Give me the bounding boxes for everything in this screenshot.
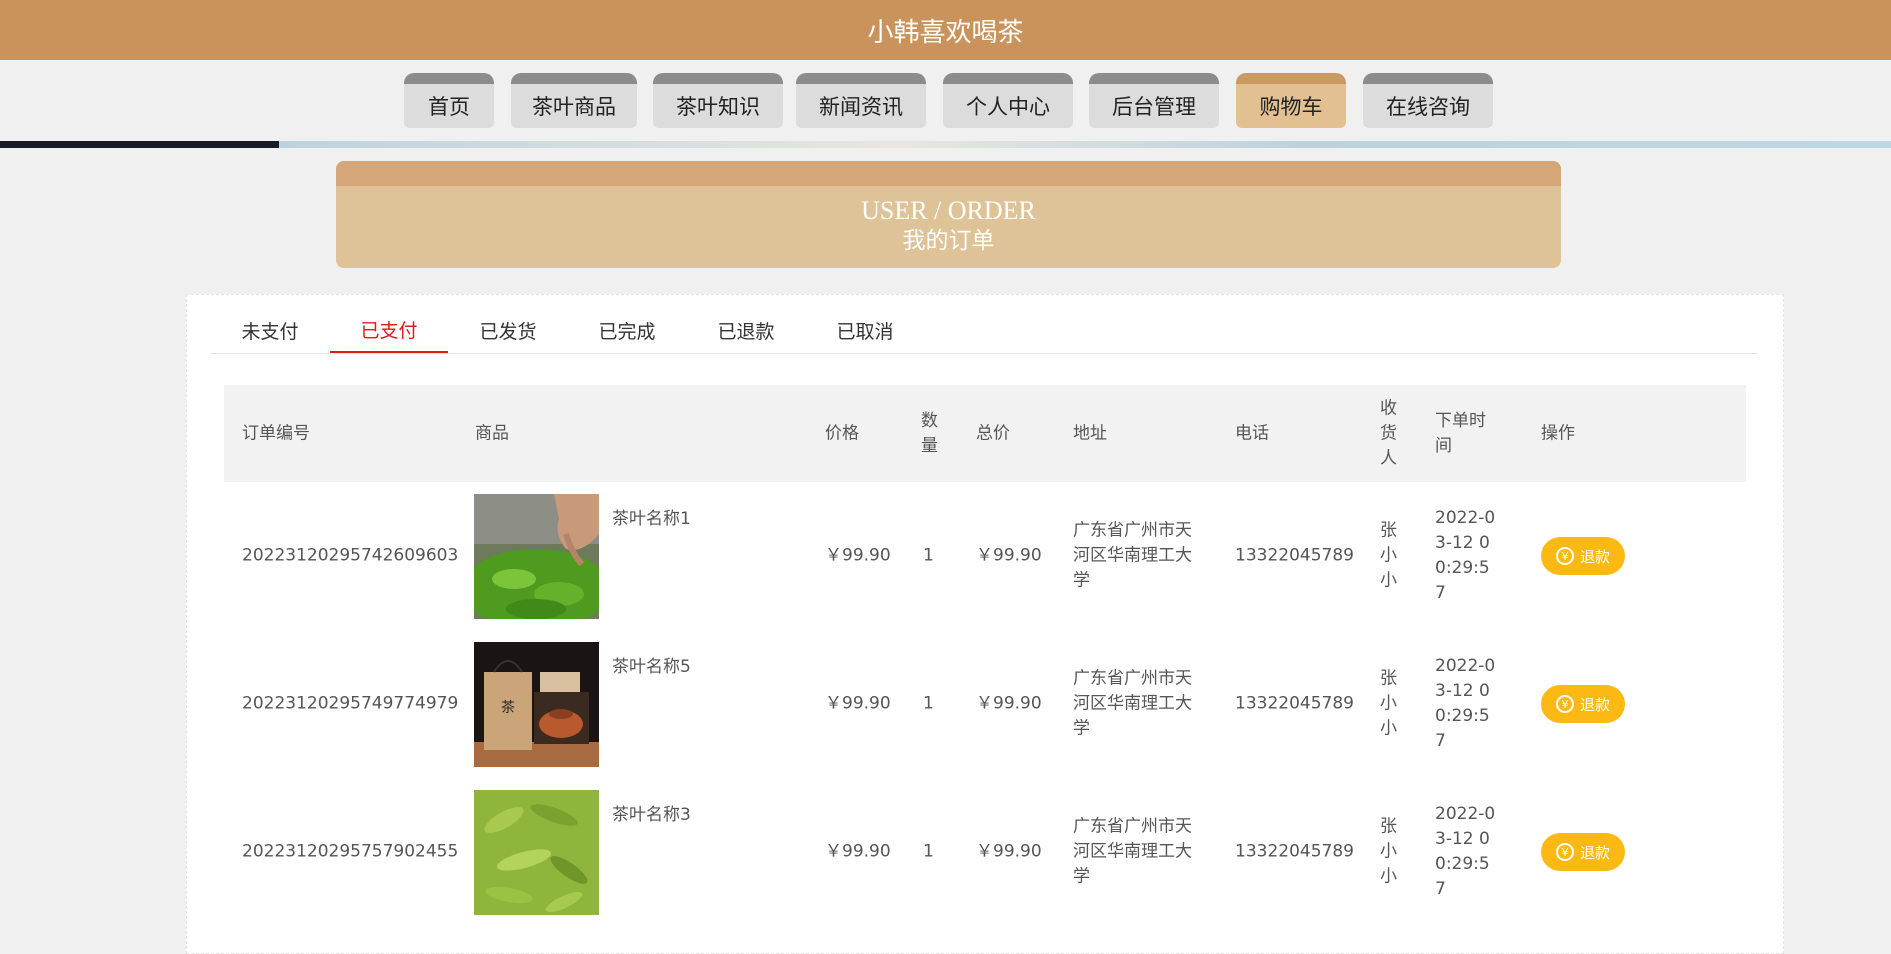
phone: 13322045789 (1235, 545, 1354, 566)
main-nav: 首页 茶叶商品 茶叶知识 新闻资讯 个人中心 后台管理 购物车 在线咨询 (0, 73, 1891, 128)
header-action: 操作 (1541, 423, 1575, 443)
nav-item-news[interactable]: 新闻资讯 (796, 73, 926, 128)
banner-title-zh: 我的订单 (902, 228, 995, 253)
nav-item-tea-knowledge[interactable]: 茶叶知识 (653, 73, 783, 128)
site-header: 小韩喜欢喝茶 (0, 0, 1891, 60)
quantity: 1 (923, 693, 934, 714)
svg-text:茶: 茶 (501, 700, 515, 716)
order-time: 2022-03-12 00:29:57 (1435, 656, 1496, 751)
order-no: 20223120295742609603 (242, 545, 459, 566)
product-name[interactable]: 茶叶名称1 (612, 504, 691, 529)
header-product: 商品 (475, 423, 509, 443)
tab-paid[interactable]: 已支付 (330, 307, 448, 353)
table-header: 订单编号 商品 价格 数量 总价 地址 电话 收货人 下单时间 操作 (224, 385, 1746, 482)
address: 广东省广州市天河区华南理工大学 (1073, 816, 1192, 887)
receiver: 张小小 (1380, 816, 1397, 887)
nav-item-home[interactable]: 首页 (404, 73, 494, 128)
header-total: 总价 (976, 423, 1010, 443)
header-phone: 电话 (1235, 423, 1269, 443)
tab-cancelled[interactable]: 已取消 (806, 307, 924, 353)
order-status-tabs: 未支付 已支付 已发货 已完成 已退款 已取消 (211, 307, 1757, 354)
banner-title-en: USER / ORDER (861, 196, 1036, 225)
nav-item-user-center[interactable]: 个人中心 (943, 73, 1073, 128)
refund-button[interactable]: ¥ 退款 (1541, 833, 1625, 871)
table-row: 20223120295757902455 茶叶名称3 ￥99.90 1 ￥99.… (224, 778, 1746, 926)
product-image-tea-gift-box[interactable]: 茶 (474, 642, 599, 767)
nav-item-online-consult[interactable]: 在线咨询 (1363, 73, 1493, 128)
header-receiver: 收货人 (1380, 398, 1397, 468)
refund-button[interactable]: ¥ 退款 (1541, 537, 1625, 575)
header-divider (0, 141, 1891, 148)
nav-item-admin[interactable]: 后台管理 (1089, 73, 1219, 128)
order-no: 20223120295749774979 (242, 693, 459, 714)
table-row: 20223120295749774979 茶 茶叶名称5 ￥99.90 1 ￥9… (224, 630, 1746, 778)
order-time: 2022-03-12 00:29:57 (1435, 508, 1496, 603)
receiver: 张小小 (1380, 520, 1397, 591)
yen-icon: ¥ (1555, 695, 1574, 713)
header-qty: 数量 (921, 410, 938, 456)
quantity: 1 (923, 545, 934, 566)
nav-item-cart[interactable]: 购物车 (1236, 73, 1346, 128)
price: ￥99.90 (825, 545, 891, 566)
header-price: 价格 (825, 423, 859, 443)
site-title: 小韩喜欢喝茶 (867, 17, 1024, 48)
phone: 13322045789 (1235, 693, 1354, 714)
product-image-green-tea[interactable] (474, 790, 599, 915)
tab-shipped[interactable]: 已发货 (449, 307, 567, 353)
order-no: 20223120295757902455 (242, 841, 459, 862)
refund-button[interactable]: ¥ 退款 (1541, 685, 1625, 723)
refund-label: 退款 (1579, 695, 1610, 714)
phone: 13322045789 (1235, 841, 1354, 862)
price: ￥99.90 (825, 693, 891, 714)
header-order-no: 订单编号 (242, 423, 310, 443)
tab-refunded[interactable]: 已退款 (687, 307, 805, 353)
address: 广东省广州市天河区华南理工大学 (1073, 668, 1192, 739)
product-name[interactable]: 茶叶名称5 (612, 652, 691, 677)
refund-label: 退款 (1579, 547, 1610, 566)
price: ￥99.90 (825, 841, 891, 862)
total: ￥99.90 (976, 545, 1042, 566)
total: ￥99.90 (976, 693, 1042, 714)
quantity: 1 (923, 841, 934, 862)
page-title-banner: USER / ORDER 我的订单 (336, 161, 1561, 268)
header-address: 地址 (1073, 423, 1107, 443)
tab-completed[interactable]: 已完成 (568, 307, 686, 353)
order-time: 2022-03-12 00:29:57 (1435, 804, 1496, 899)
banner-top-strip (336, 161, 1561, 186)
orders-table: 订单编号 商品 价格 数量 总价 地址 电话 收货人 下单时间 操作 20223… (224, 385, 1746, 926)
nav-item-tea-products[interactable]: 茶叶商品 (511, 73, 637, 128)
header-time: 下单时间 (1435, 410, 1486, 456)
product-name[interactable]: 茶叶名称3 (612, 800, 691, 825)
orders-panel: 未支付 已支付 已发货 已完成 已退款 已取消 订单编号 商品 价格 数量 总价… (186, 294, 1784, 954)
total: ￥99.90 (976, 841, 1042, 862)
address: 广东省广州市天河区华南理工大学 (1073, 520, 1192, 591)
receiver: 张小小 (1380, 668, 1397, 739)
product-image-tea-leaves[interactable] (474, 494, 599, 619)
table-row: 20223120295742609603 茶叶名称1 ￥99.90 1 ￥99.… (224, 482, 1746, 630)
yen-icon: ¥ (1555, 547, 1574, 565)
tab-unpaid[interactable]: 未支付 (211, 307, 329, 353)
yen-icon: ¥ (1555, 843, 1574, 861)
refund-label: 退款 (1579, 843, 1610, 862)
